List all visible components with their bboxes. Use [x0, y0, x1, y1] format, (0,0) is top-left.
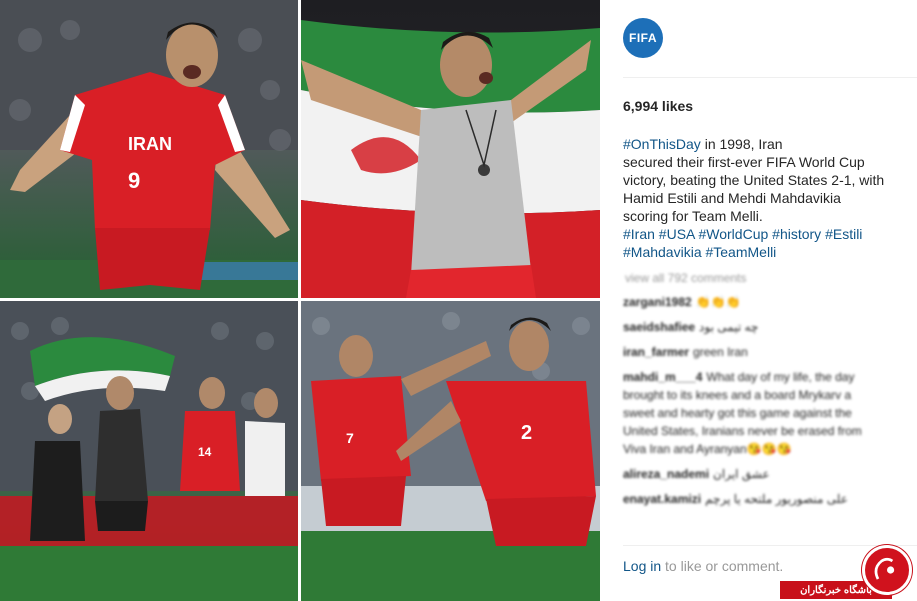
- comment-item: mahdi_m___4 What day of my life, the day …: [623, 368, 883, 458]
- comment-username[interactable]: enayat.kamizi: [623, 492, 701, 506]
- photo-2-illustration: [301, 20, 600, 298]
- caption-line-5: scoring for Team Melli.: [623, 208, 763, 224]
- photo-mahdavikia-celebrating: 7 2: [301, 301, 600, 601]
- comment-item: alireza_nademi عشق ایران: [623, 465, 883, 483]
- comment-text: چه تیمی بود: [699, 320, 759, 334]
- post-side-panel: FIFA 6,994 likes #OnThisDay in 1998, Ira…: [601, 0, 917, 601]
- login-prompt: Log in to like or comment.: [623, 558, 783, 574]
- photo-collage[interactable]: IRAN 9 14 7 2: [0, 0, 600, 601]
- caption-line-2: secured their first-ever FIFA World Cup: [623, 154, 865, 170]
- comment-item: zargani1982 👏👏👏: [623, 293, 883, 311]
- caption-line-4: Hamid Estili and Mehdi Mahdavikia: [623, 190, 841, 206]
- photo-team-celebration: 14: [0, 301, 298, 601]
- comment-item: enayat.kamizi علی منصوریور ملتحه یا پرچم: [623, 490, 883, 508]
- instagram-post-screenshot: IRAN 9 14 7 2 FIFA 6,994 likes #OnThisDa…: [0, 0, 917, 601]
- post-caption: #OnThisDay in 1998, Iran secured their f…: [623, 135, 893, 261]
- comment-username[interactable]: saeidshafiee: [623, 320, 695, 334]
- comments-list: zargani1982 👏👏👏 saeidshafiee چه تیمی بود i…: [623, 293, 883, 515]
- caption-hashtags-1[interactable]: #Iran #USA #WorldCup #history #Estili: [623, 225, 893, 243]
- watermark-emblem-glyph: [874, 557, 895, 580]
- header-divider: [623, 77, 917, 78]
- comment-username[interactable]: iran_farmer: [623, 345, 689, 359]
- svg-text:14: 14: [198, 445, 212, 459]
- comment-text: 👏👏👏: [695, 295, 741, 309]
- comment-text: green Iran: [693, 345, 748, 359]
- caption-hashtags-2[interactable]: #Mahdavikia #TeamMelli: [623, 243, 893, 261]
- photo-flag-raise: [301, 0, 600, 298]
- watermark-emblem-icon: [862, 545, 912, 595]
- comment-text: علی منصوریور ملتحه یا پرچم: [705, 492, 848, 506]
- comment-item: saeidshafiee چه تیمی بود: [623, 318, 883, 336]
- likes-count: 6,994 likes: [623, 98, 694, 114]
- photo-4-illustration: 7 2: [301, 301, 600, 601]
- photo-1-illustration: IRAN 9: [0, 0, 298, 298]
- svg-text:9: 9: [128, 168, 140, 193]
- caption-line-1: #OnThisDay in 1998, Iran: [623, 135, 893, 153]
- fifa-avatar[interactable]: FIFA: [623, 18, 663, 58]
- comment-username[interactable]: alireza_nademi: [623, 467, 709, 481]
- comment-item: iran_farmer green Iran: [623, 343, 883, 361]
- view-all-comments-link[interactable]: view all 792 comments: [625, 271, 746, 285]
- login-link[interactable]: Log in: [623, 558, 661, 574]
- comment-username[interactable]: mahdi_m___4: [623, 370, 702, 384]
- photo-estili-celebrating: IRAN 9: [0, 0, 298, 298]
- photo-3-illustration: 14: [0, 301, 298, 601]
- login-prompt-text: to like or comment.: [661, 558, 784, 574]
- svg-text:7: 7: [346, 430, 354, 446]
- caption-line-3: victory, beating the United States 2-1, …: [623, 172, 885, 188]
- caption-text-1: in 1998, Iran: [700, 136, 783, 152]
- hashtag-onthisday[interactable]: #OnThisDay: [623, 136, 701, 152]
- comment-text: عشق ایران: [713, 467, 770, 481]
- svg-text:2: 2: [521, 422, 532, 444]
- svg-text:IRAN: IRAN: [128, 134, 172, 154]
- comment-username[interactable]: zargani1982: [623, 295, 692, 309]
- watermark-logo: باشگاه خبرنگاران: [780, 545, 917, 601]
